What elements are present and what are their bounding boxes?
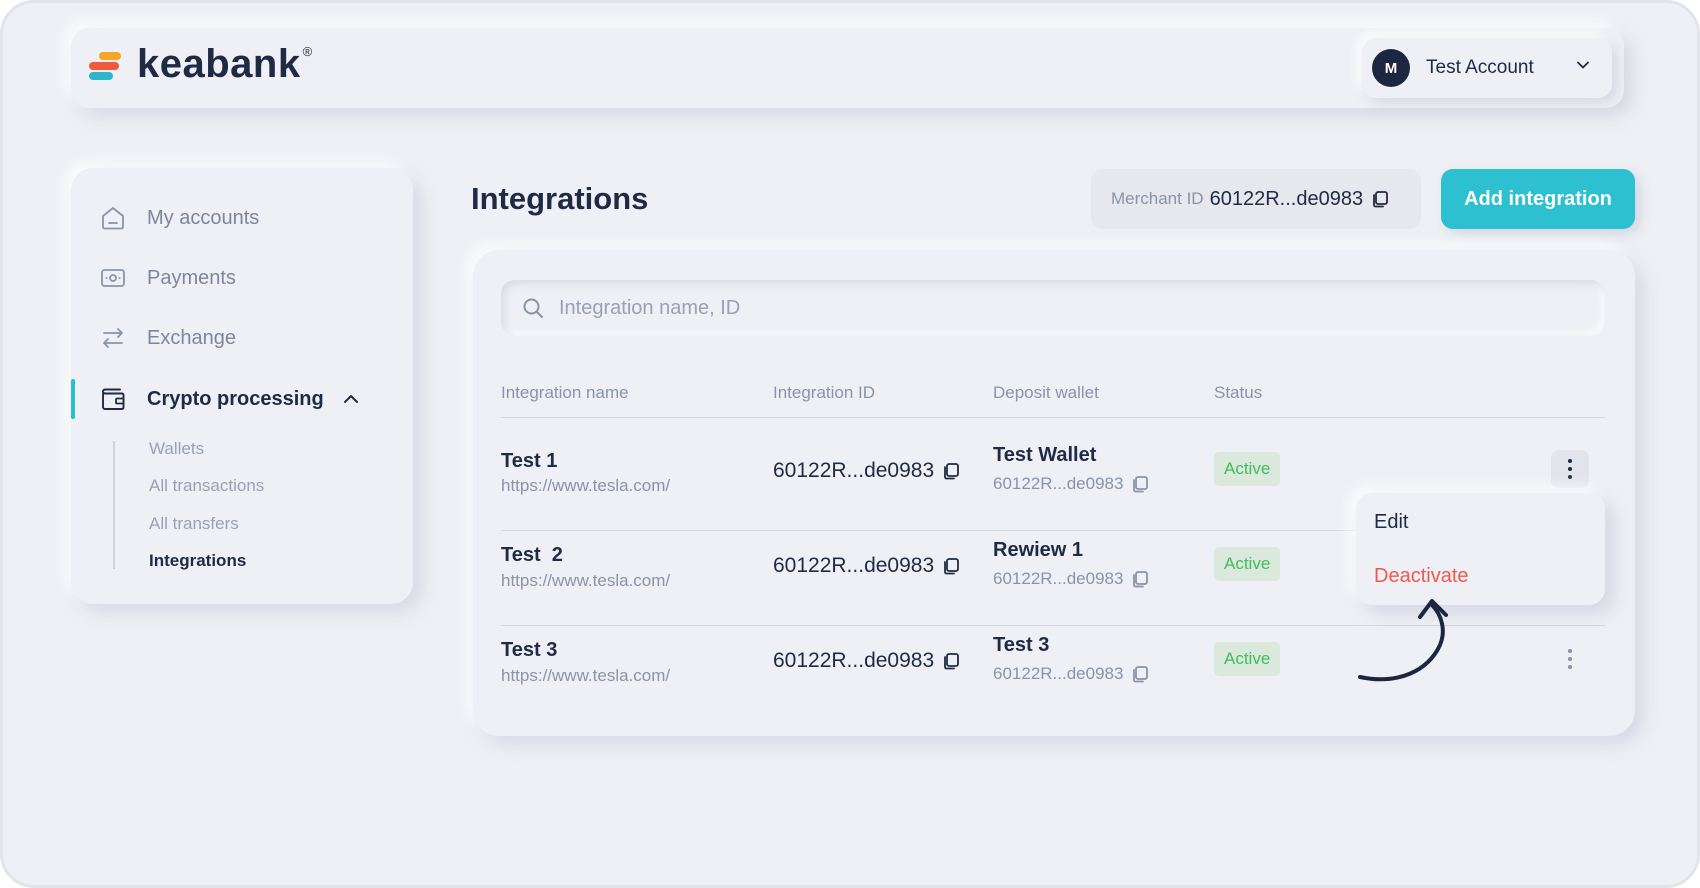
copy-icon[interactable] xyxy=(1371,190,1389,208)
search-input[interactable] xyxy=(559,296,1559,320)
sidebar-item-label: Crypto processing xyxy=(147,387,324,410)
active-indicator xyxy=(71,379,75,419)
brand-logo[interactable]: keabank ® xyxy=(89,42,312,87)
integration-name: Test 2 xyxy=(501,544,563,566)
integration-url[interactable]: https://www.tesla.com/ xyxy=(501,571,670,591)
row-actions-menu: Edit Deactivate xyxy=(1356,493,1605,605)
wallet-icon xyxy=(102,388,125,410)
deposit-wallet-id: 60122R...de0983 xyxy=(993,474,1149,494)
header-divider xyxy=(501,417,1605,418)
merchant-id-box: Merchant ID 60122R...de0983 xyxy=(1091,169,1421,229)
deposit-wallet-name: Rewiew 1 xyxy=(993,539,1084,561)
avatar: M xyxy=(1372,49,1410,87)
copy-icon[interactable] xyxy=(1131,570,1149,588)
logo-mark-icon xyxy=(89,48,123,82)
brand-name: keabank xyxy=(137,42,301,86)
sidebar-item-my-accounts[interactable]: My accounts xyxy=(99,198,259,238)
registered-mark: ® xyxy=(302,44,313,59)
kebab-dot-icon xyxy=(1568,459,1572,463)
deposit-wallet-id: 60122R...de0983 xyxy=(993,569,1149,589)
copy-icon[interactable] xyxy=(942,652,960,670)
copy-icon[interactable] xyxy=(942,462,960,480)
copy-icon[interactable] xyxy=(1131,475,1149,493)
sidebar-subitem-all-transactions[interactable]: All transactions xyxy=(149,476,264,496)
integration-id: 60122R...de0983 xyxy=(773,459,960,483)
sidebar-subitem-all-transfers[interactable]: All transfers xyxy=(149,514,239,534)
row-actions-button[interactable] xyxy=(1551,640,1589,678)
integration-id: 60122R...de0983 xyxy=(773,554,960,578)
search-box xyxy=(501,280,1605,336)
integration-id: 60122R...de0983 xyxy=(773,649,960,673)
sidebar-item-label: Exchange xyxy=(147,326,236,349)
status-badge: Active xyxy=(1214,642,1281,676)
app-frame: keabank ® M Test Account My accounts Pay… xyxy=(0,0,1700,888)
row-actions-button[interactable] xyxy=(1551,450,1589,488)
copy-icon[interactable] xyxy=(1131,665,1149,683)
merchant-id-label: Merchant ID xyxy=(1111,189,1204,208)
integration-id-value: 60122R...de0983 xyxy=(773,459,935,482)
kebab-dot-icon xyxy=(1568,649,1572,653)
deposit-wallet-id-value: 60122R...de0983 xyxy=(993,474,1124,493)
sidebar-subitem-integrations[interactable]: Integrations xyxy=(149,551,246,571)
column-header-integration-id: Integration ID xyxy=(773,383,876,402)
merchant-id-value: 60122R...de0983 xyxy=(1209,187,1364,210)
sidebar: My accounts Payments Exchange Crypto pro… xyxy=(71,168,413,604)
column-header-status: Status xyxy=(1214,383,1263,402)
deposit-wallet-name: Test Wallet xyxy=(993,444,1097,466)
account-name: Test Account xyxy=(1426,57,1534,78)
integration-url[interactable]: https://www.tesla.com/ xyxy=(501,666,670,686)
deposit-wallet-id-value: 60122R...de0983 xyxy=(993,569,1124,588)
sidebar-item-payments[interactable]: Payments xyxy=(99,258,236,298)
page-title: Integrations xyxy=(471,181,649,216)
integration-id-value: 60122R...de0983 xyxy=(773,649,935,672)
column-header-deposit-wallet: Deposit wallet xyxy=(993,383,1099,402)
add-integration-button[interactable]: Add integration xyxy=(1441,169,1635,229)
curved-arrow-icon xyxy=(1358,599,1448,682)
menu-item-deactivate[interactable]: Deactivate xyxy=(1374,565,1469,588)
menu-item-edit[interactable]: Edit xyxy=(1374,511,1408,534)
status-badge: Active xyxy=(1214,452,1281,486)
chevron-down-icon xyxy=(1577,61,1589,69)
deposit-wallet-name: Test 3 xyxy=(993,634,1050,656)
integration-name: Test 1 xyxy=(501,450,558,472)
status-badge: Active xyxy=(1214,547,1281,581)
column-header-integration-name: Integration name xyxy=(501,383,629,402)
payments-icon xyxy=(101,269,125,287)
integration-id-value: 60122R...de0983 xyxy=(773,554,935,577)
sidebar-item-label: Payments xyxy=(147,266,236,289)
submenu-divider xyxy=(113,441,115,569)
deposit-wallet-id-value: 60122R...de0983 xyxy=(993,664,1124,683)
copy-icon[interactable] xyxy=(942,557,960,575)
chevron-up-icon[interactable] xyxy=(343,393,359,405)
account-menu-button[interactable]: M Test Account xyxy=(1362,38,1612,98)
sidebar-item-exchange[interactable]: Exchange xyxy=(99,318,236,358)
integration-url[interactable]: https://www.tesla.com/ xyxy=(501,476,670,496)
sidebar-item-crypto-processing[interactable]: Crypto processing xyxy=(99,379,324,419)
deposit-wallet-id: 60122R...de0983 xyxy=(993,664,1149,684)
integration-name: Test 3 xyxy=(501,639,558,661)
search-icon xyxy=(523,298,543,318)
sidebar-subitem-wallets[interactable]: Wallets xyxy=(149,439,204,459)
top-header: keabank ® M Test Account xyxy=(71,28,1624,108)
home-icon xyxy=(102,207,124,230)
exchange-icon xyxy=(103,328,123,348)
sidebar-item-label: My accounts xyxy=(147,206,260,229)
